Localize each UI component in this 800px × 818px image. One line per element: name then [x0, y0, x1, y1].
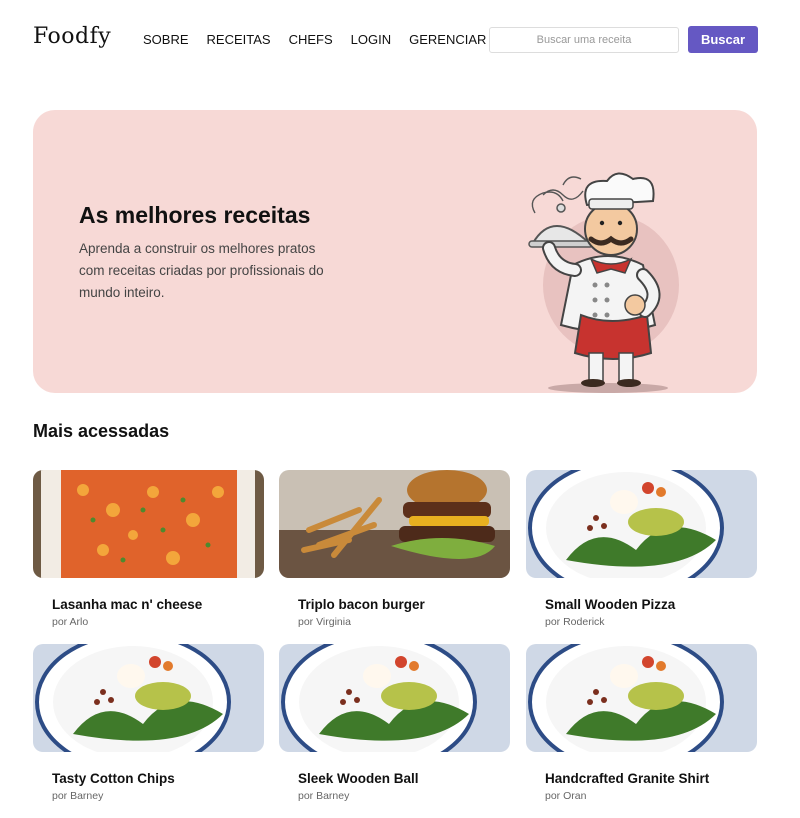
nav-gerenciar[interactable]: GERENCIAR	[409, 32, 486, 47]
recipe-title[interactable]: Triplo bacon burger	[298, 597, 425, 612]
search-input[interactable]	[489, 27, 679, 53]
recipe-image-salad[interactable]	[279, 644, 510, 752]
recipe-image-burger[interactable]	[279, 470, 510, 578]
recipe-card[interactable]: Sleek Wooden Ball por Barney	[279, 644, 510, 804]
recipe-card[interactable]: Small Wooden Pizza por Roderick	[526, 470, 757, 630]
recipe-author: por Virginia	[298, 616, 351, 628]
section-title: Mais acessadas	[33, 421, 170, 441]
recipe-title[interactable]: Tasty Cotton Chips	[52, 771, 175, 786]
hero-banner: As melhores receitas Aprenda a construir…	[33, 110, 757, 393]
recipe-author: por Barney	[298, 790, 350, 802]
recipe-author: por Oran	[545, 790, 587, 802]
recipe-image-salad[interactable]	[526, 644, 757, 752]
logo[interactable]: Foodfy	[33, 24, 111, 49]
nav-sobre[interactable]: SOBRE	[143, 32, 189, 47]
hero-title: As melhores receitas	[79, 202, 311, 228]
recipe-card[interactable]: Triplo bacon burger por Virginia	[279, 470, 510, 630]
recipe-title[interactable]: Handcrafted Granite Shirt	[545, 771, 709, 786]
recipe-card[interactable]: Tasty Cotton Chips por Barney	[33, 644, 264, 804]
hero-text: Aprenda a construir os melhores pratos c…	[79, 241, 324, 300]
recipe-card[interactable]: Lasanha mac n' cheese por Arlo	[33, 470, 264, 630]
nav-chefs[interactable]: CHEFS	[289, 32, 333, 47]
header: Foodfy SOBRE RECEITAS CHEFS LOGIN GERENC…	[0, 0, 800, 80]
recipe-title[interactable]: Lasanha mac n' cheese	[52, 597, 202, 612]
recipe-image-salad[interactable]	[33, 644, 264, 752]
search-button[interactable]: Buscar	[688, 26, 758, 53]
recipe-image-salad[interactable]	[526, 470, 757, 578]
recipe-image-lasagna[interactable]	[33, 470, 264, 578]
recipe-author: por Roderick	[545, 616, 605, 628]
recipe-title[interactable]: Small Wooden Pizza	[545, 597, 675, 612]
main-nav: SOBRE RECEITAS CHEFS LOGIN GERENCIAR	[143, 32, 504, 47]
recipe-title[interactable]: Sleek Wooden Ball	[298, 771, 419, 786]
chef-illustration	[528, 172, 679, 393]
nav-login[interactable]: LOGIN	[351, 32, 391, 47]
recipe-author: por Barney	[52, 790, 104, 802]
recipe-card[interactable]: Handcrafted Granite Shirt por Oran	[526, 644, 757, 804]
recipe-author: por Arlo	[52, 616, 89, 628]
nav-receitas[interactable]: RECEITAS	[207, 32, 271, 47]
